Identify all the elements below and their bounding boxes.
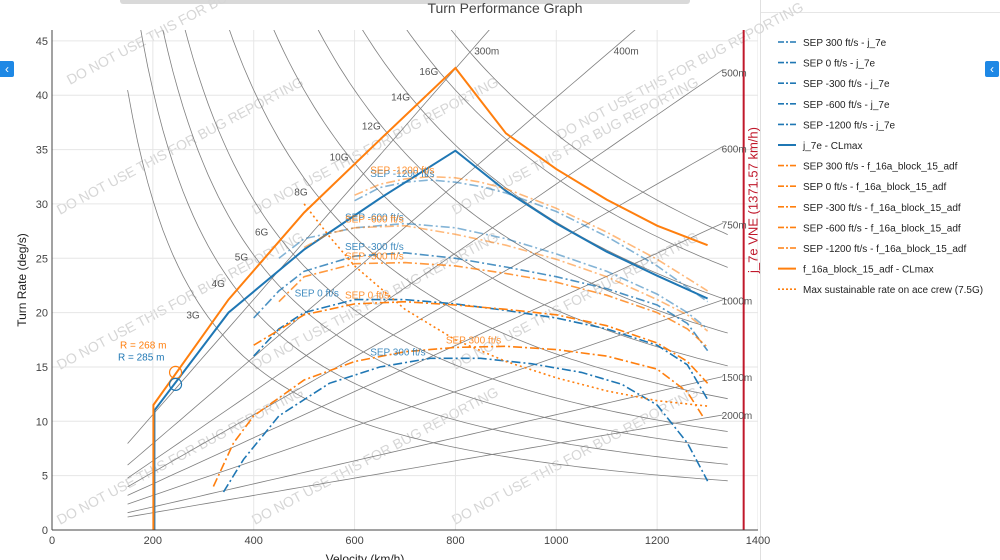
y-tick-label: 0: [42, 525, 48, 537]
watermark-text: DO NOT USE THIS FOR BUG REPORTING: [554, 0, 806, 143]
legend-item[interactable]: SEP -300 ft/s - f_16a_block_15_adf: [803, 203, 961, 214]
legend-item[interactable]: SEP -600 ft/s - f_16a_block_15_adf: [803, 223, 961, 234]
y-tick-label: 15: [36, 362, 48, 374]
radius-line-label: 2000m: [722, 411, 753, 422]
g-line-label: 3G: [186, 311, 200, 322]
g-line-label: 12G: [362, 122, 381, 133]
g-line-label: 5G: [235, 252, 249, 263]
g-line-label: 4G: [212, 279, 226, 290]
g-line-label: 16G: [419, 67, 438, 78]
legend-item[interactable]: SEP 0 ft/s - f_16a_block_15_adf: [803, 182, 946, 193]
x-tick-label: 0: [49, 535, 55, 547]
x-tick-label: 1000: [544, 535, 568, 547]
radius-line-label: 1500m: [722, 373, 753, 384]
g-line-label: 10G: [330, 153, 349, 164]
x-tick-label: 1400: [746, 535, 770, 547]
turn-performance-chart: Turn Performance Graph DO NOT USE THIS F…: [15, 0, 983, 560]
x-tick-label: 400: [245, 535, 263, 547]
series-inline-label: SEP 300 ft/s: [446, 335, 501, 346]
y-tick-label: 40: [36, 90, 48, 102]
watermark-text: DO NOT USE THIS FOR BUG REPORTING: [64, 0, 316, 88]
legend: SEP 300 ft/s - j_7e SEP 0 ft/s - j_7e SEP …: [778, 38, 983, 296]
y-tick-label: 45: [36, 36, 48, 48]
legend-item[interactable]: SEP 300 ft/s - j_7e: [803, 38, 887, 49]
x-tick-label: 600: [345, 535, 363, 547]
series-inline-label: SEP -600 ft/s: [345, 215, 404, 226]
vne-label: j_7e VNE (1371.57 km/h): [746, 127, 761, 274]
series-inline-label: SEP 0 ft/s: [295, 289, 339, 300]
radius-line-label: 1000m: [722, 297, 753, 308]
y-tick-label: 35: [36, 145, 48, 157]
y-tick-label: 10: [36, 416, 48, 428]
g-line: [229, 30, 728, 400]
y-tick-label: 30: [36, 199, 48, 211]
radius-line: [127, 299, 723, 505]
radius-line-label: 750m: [722, 221, 747, 232]
radius-line-label: 400m: [614, 47, 639, 58]
radius-line-label: 600m: [722, 144, 747, 155]
chart-title: Turn Performance Graph: [427, 0, 582, 16]
legend-item[interactable]: SEP -300 ft/s - j_7e: [803, 79, 890, 90]
legend-item[interactable]: SEP -1200 ft/s - j_7e: [803, 120, 896, 131]
legend-item[interactable]: SEP -1200 ft/s - f_16a_block_15_adf: [803, 244, 966, 255]
x-tick-label: 1200: [645, 535, 669, 547]
watermark-layer: DO NOT USE THIS FOR BUG REPORTING DO NOT …: [54, 0, 806, 528]
legend-item[interactable]: SEP 300 ft/s - f_16a_block_15_adf: [803, 162, 958, 173]
radius-line-label: 500m: [722, 68, 747, 79]
legend-item[interactable]: Max sustainable rate on ace crew (7.5G): [803, 285, 983, 296]
turn-radius-annotation: R = 285 m: [118, 352, 164, 363]
y-axis-title: Turn Rate (deg/s): [15, 233, 29, 327]
turn-radius-annotation: R = 268 m: [120, 340, 166, 351]
y-tick-label: 25: [36, 253, 48, 265]
y-tick-label: 5: [42, 471, 48, 483]
series-line: [153, 149, 709, 530]
series-inline-label: SEP -300 ft/s: [345, 252, 404, 263]
x-tick-label: 800: [446, 535, 464, 547]
g-line-label: 8G: [294, 187, 308, 198]
y-tick-label: 20: [36, 308, 48, 320]
radius-line-label: 300m: [474, 47, 499, 58]
legend-item[interactable]: SEP -600 ft/s - j_7e: [803, 100, 890, 111]
x-axis-title: Velocity (km/h): [326, 552, 405, 560]
series-inline-label: SEP 0 ft/s: [345, 291, 389, 302]
series-inline-label: SEP -1200 ft/s: [370, 166, 434, 177]
legend-item[interactable]: SEP 0 ft/s - j_7e: [803, 59, 876, 70]
x-tick-label: 200: [144, 535, 162, 547]
g-line-label: 14G: [391, 93, 410, 104]
series-inline-label: SEP 300 ft/s: [370, 347, 425, 358]
g-line-label: 6G: [255, 227, 269, 238]
legend-item[interactable]: f_16a_block_15_adf - CLmax: [803, 265, 934, 276]
legend-item[interactable]: j_7e - CLmax: [802, 141, 862, 152]
